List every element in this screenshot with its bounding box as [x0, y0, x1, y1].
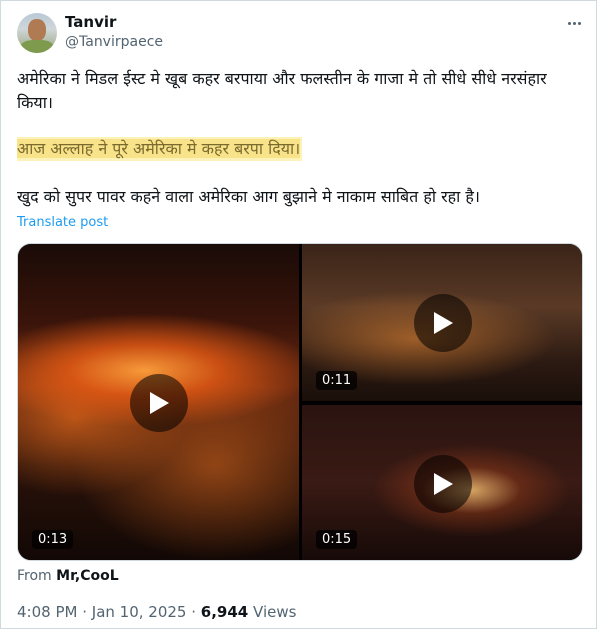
views-count: 6,944 [200, 603, 249, 621]
avatar-face [28, 19, 46, 41]
source-prefix: From [17, 568, 52, 584]
translate-post-link[interactable]: Translate post [17, 215, 108, 230]
video-duration: 0:15 [316, 530, 358, 549]
meta-separator: · [191, 603, 201, 621]
video-duration: 0:11 [316, 371, 358, 390]
author-name[interactable]: Tanvir [65, 13, 116, 31]
post-text-line1: अमेरिका ने मिडल ईस्ट मे खूब कहर बरपाया औ… [17, 69, 547, 112]
play-icon[interactable] [130, 374, 188, 432]
avatar[interactable] [17, 13, 57, 53]
post-meta: 4:08 PM · Jan 10, 2025 · 6,944 Views [17, 603, 296, 621]
video-thumbnail-3[interactable]: 0:15 [302, 405, 582, 560]
media-grid: 0:13 0:11 0:15 [17, 243, 583, 561]
post-date[interactable]: Jan 10, 2025 [92, 603, 187, 621]
post-text-line2-highlight: आज अल्लाह ने पूरे अमेरिका मे कहर बरपा दि… [17, 137, 303, 161]
author-handle[interactable]: @Tanvirpaece [65, 34, 163, 50]
post-time[interactable]: 4:08 PM [17, 603, 77, 621]
video-thumbnail-1[interactable]: 0:13 [18, 244, 299, 560]
highlight-text: आज अल्लाह ने पूरे अमेरिका मे कहर बरपा दि… [17, 139, 301, 158]
avatar-body [20, 40, 54, 53]
play-icon[interactable] [414, 294, 472, 352]
source-name[interactable]: Mr,CooL [56, 568, 119, 584]
video-duration: 0:13 [32, 530, 74, 549]
post-card: Tanvir @Tanvirpaece अमेरिका ने मिडल ईस्ट… [0, 0, 597, 629]
video-thumbnail-2[interactable]: 0:11 [302, 244, 582, 401]
play-icon[interactable] [414, 455, 472, 513]
post-text-line3: खुद को सुपर पावर कहने वाला अमेरिका आग बु… [17, 187, 480, 206]
views-label: Views [253, 603, 297, 621]
source-attribution: From Mr,CooL [17, 568, 119, 584]
more-options-icon[interactable] [563, 13, 585, 33]
meta-separator: · [82, 603, 92, 621]
